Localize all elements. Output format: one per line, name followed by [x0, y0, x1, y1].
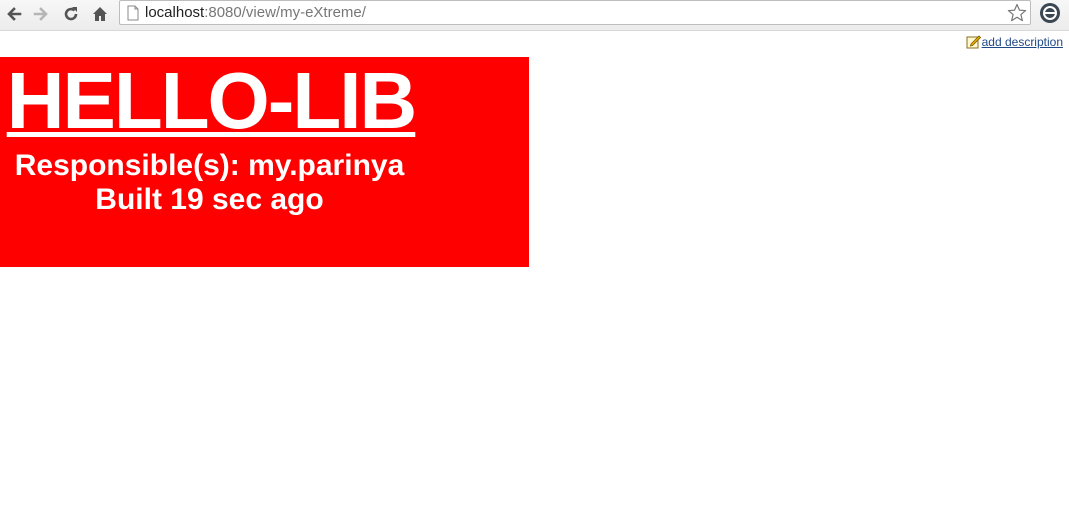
responsible-text: Responsible(s): my.parinya — [14, 149, 405, 182]
home-icon — [93, 7, 107, 21]
url-text[interactable]: localhost:8080/view/my-eXtreme/ — [145, 4, 366, 22]
edit-description-icon — [966, 35, 981, 49]
browser-toolbar: localhost:8080/view/my-eXtreme/ — [0, 0, 1069, 31]
job-name-link[interactable]: HELLO-LIB — [0, 61, 422, 141]
reload-button[interactable] — [60, 3, 82, 25]
back-button[interactable] — [3, 3, 25, 25]
address-bar[interactable]: localhost:8080/view/my-eXtreme/ — [119, 0, 1031, 25]
forward-arrow-icon — [33, 7, 48, 21]
reload-icon — [64, 7, 78, 21]
url-path: :8080/view/my-eXtreme/ — [204, 4, 366, 21]
build-time-text: Built 19 sec ago — [95, 183, 324, 216]
url-host: localhost — [145, 4, 205, 21]
job-radiator-tile: HELLO-LIB Responsible(s): my.parinya Bui… — [0, 57, 529, 267]
add-description-label: add description — [981, 34, 1063, 49]
forward-button[interactable] — [30, 3, 52, 25]
page-icon — [127, 5, 139, 21]
page-content: add description HELLO-LIB Responsible(s)… — [0, 31, 1069, 527]
add-description-link[interactable]: add description — [966, 34, 1063, 49]
extension-icon[interactable] — [1039, 2, 1061, 24]
back-arrow-icon — [7, 7, 22, 21]
star-icon[interactable] — [1007, 3, 1027, 23]
home-button[interactable] — [89, 3, 111, 25]
